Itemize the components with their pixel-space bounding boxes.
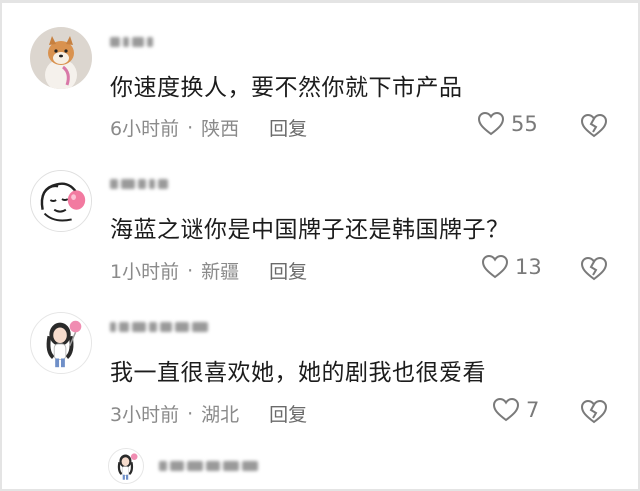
comment-text: 海蓝之谜你是中国牌子还是韩国牌子？	[110, 217, 510, 243]
like-count: 55	[511, 111, 538, 136]
comment-meta: 3小时前 · 湖北 回复	[110, 400, 307, 427]
like-button[interactable]: 7	[492, 397, 539, 422]
comment-meta: 6小时前 · 陕西 回复	[110, 114, 307, 141]
broken-heart-icon[interactable]	[580, 255, 608, 282]
comment-text: 我一直很喜欢她，她的剧我也很爱看	[110, 360, 486, 386]
comment-time: 3小时前	[110, 404, 180, 426]
username-blurred[interactable]	[110, 319, 208, 335]
reply-avatar[interactable]	[108, 448, 144, 484]
username-blurred[interactable]	[159, 458, 258, 474]
heart-outline-icon	[477, 111, 505, 136]
broken-heart-icon[interactable]	[580, 398, 608, 425]
comment-list-panel: 你速度换人，要不然你就下市产品 6小时前 · 陕西 回复 55 海蓝之谜你是中国…	[0, 0, 640, 491]
avatar[interactable]	[30, 312, 92, 374]
comment-location: 湖北	[201, 404, 240, 426]
comment-meta: 1小时前 · 新疆 回复	[110, 257, 307, 284]
dog-avatar-image	[30, 27, 92, 89]
comment-location: 陕西	[201, 118, 240, 140]
cartoon-avatar-image	[31, 171, 91, 231]
username-blurred[interactable]	[110, 176, 168, 192]
avatar[interactable]	[30, 170, 92, 232]
like-count: 7	[526, 397, 540, 422]
meta-separator: ·	[187, 259, 194, 282]
reply-button[interactable]: 回复	[269, 114, 307, 141]
like-button[interactable]: 13	[481, 254, 542, 279]
comment-text: 你速度换人，要不然你就下市产品	[110, 75, 463, 101]
girl-avatar-image	[109, 449, 143, 483]
broken-heart-icon[interactable]	[580, 112, 608, 139]
meta-separator: ·	[187, 402, 194, 425]
comment-time: 6小时前	[110, 118, 180, 140]
heart-outline-icon	[481, 254, 509, 279]
username-blurred[interactable]	[110, 34, 153, 50]
reply-button[interactable]: 回复	[269, 400, 307, 427]
comment-location: 新疆	[201, 261, 240, 283]
reply-button[interactable]: 回复	[269, 257, 307, 284]
comment-time: 1小时前	[110, 261, 180, 283]
like-count: 13	[515, 254, 542, 279]
avatar[interactable]	[30, 27, 92, 89]
heart-outline-icon	[492, 397, 520, 422]
like-button[interactable]: 55	[477, 111, 538, 136]
girl-avatar-image	[31, 313, 91, 373]
meta-separator: ·	[187, 116, 194, 139]
